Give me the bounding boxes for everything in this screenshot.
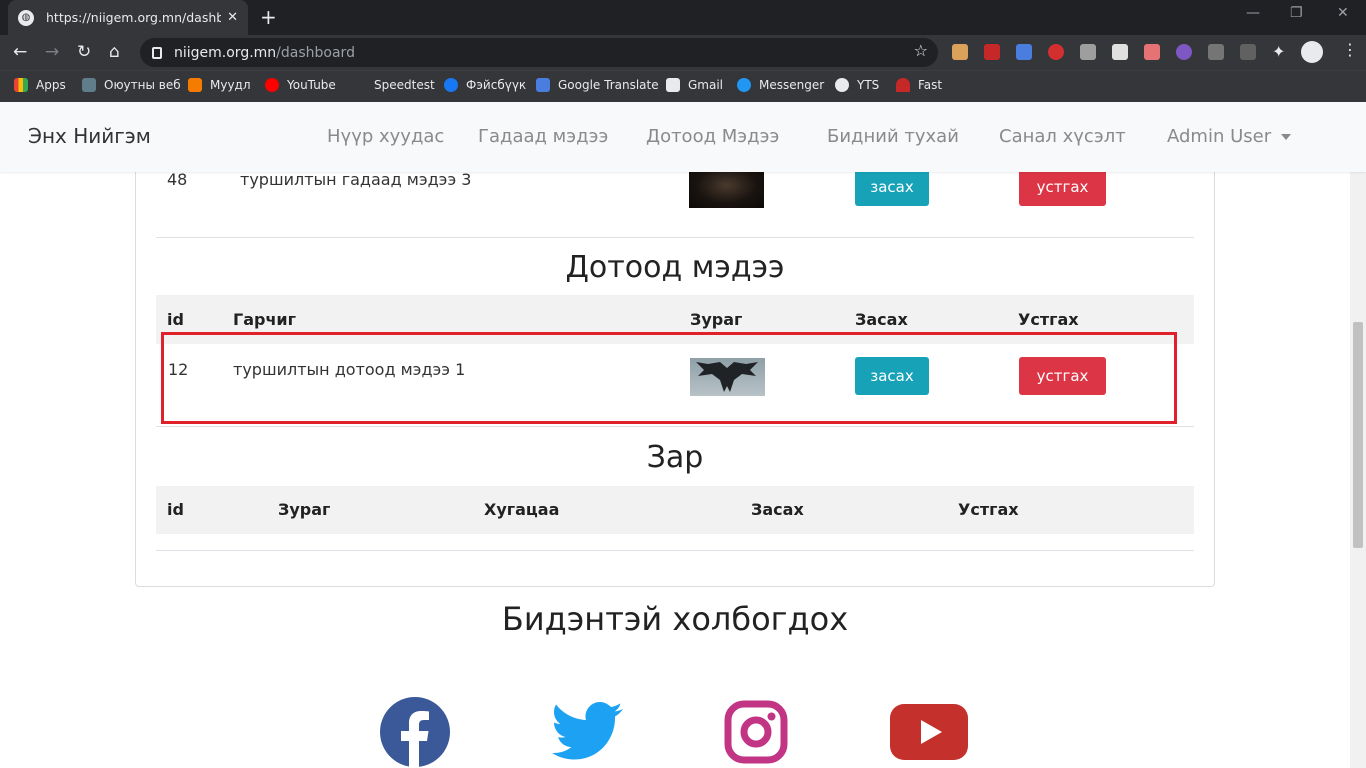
divider [156, 237, 1194, 238]
ads-header-delete: Устгах [958, 500, 1019, 519]
highlight-box [161, 332, 1177, 424]
contact-title: Бидэнтэй холбогдох [501, 600, 849, 638]
bookmark-youtube[interactable]: YouTube [265, 78, 336, 92]
facebook-icon[interactable] [380, 697, 450, 768]
youtube-icon[interactable] [890, 704, 968, 760]
new-tab-button[interactable]: + [260, 5, 277, 29]
ads-header-edit: Засах [751, 500, 804, 519]
bookmark-apps[interactable]: Apps [14, 78, 66, 92]
foreign-row-thumbnail [689, 170, 764, 208]
extension-icon[interactable] [1208, 44, 1224, 60]
domestic-header-image: Зураг [690, 310, 743, 329]
bookmark-item[interactable]: YTS [835, 78, 879, 92]
browser-toolbar: ← → ↻ ⌂ niigem.org.mn/dashboard ☆ [0, 35, 1366, 70]
globe-icon: ◍ [18, 9, 34, 26]
site-navbar: Энх Нийгэм Нүүр хуудас Гадаад мэдээ Дото… [0, 102, 1366, 172]
bookmark-item[interactable]: Муудл [188, 78, 251, 92]
lock-icon [152, 46, 162, 59]
twitter-icon[interactable] [552, 702, 624, 762]
chevron-down-icon [1281, 134, 1292, 140]
ads-header-duration: Хугацаа [484, 500, 560, 519]
nav-about[interactable]: Бидний тухай [827, 126, 959, 147]
adblock-icon[interactable] [1048, 44, 1064, 60]
bookmark-messenger[interactable]: Messenger [737, 78, 824, 92]
ads-section-title: Зар [646, 440, 704, 475]
reload-icon[interactable]: ↻ [77, 41, 91, 63]
foreign-delete-button[interactable]: устгах [1019, 168, 1106, 206]
avatar[interactable] [1301, 41, 1323, 63]
ads-header-id: id [167, 500, 184, 519]
instagram-icon[interactable] [724, 700, 788, 764]
home-icon[interactable]: ⌂ [109, 41, 120, 63]
tab-title: https://niigem.org.mn/dashboard [46, 10, 222, 25]
close-icon[interactable]: ✕ [227, 10, 238, 25]
bookmark-item[interactable]: Оюутны веб [82, 78, 181, 92]
bookmark-item[interactable]: Speedtest [352, 78, 435, 92]
translate-extension-icon[interactable] [1016, 44, 1032, 60]
menu-icon[interactable]: ⋮ [1342, 40, 1358, 59]
domestic-header-delete: Устгах [1018, 310, 1079, 329]
extension-icon[interactable] [1080, 44, 1096, 60]
page-scrollbar[interactable] [1350, 172, 1366, 768]
puzzle-icon[interactable]: ✦ [1272, 42, 1285, 61]
extension-icon[interactable] [1144, 44, 1160, 60]
domestic-header-id: id [167, 310, 184, 329]
window-close-icon[interactable]: ✕ [1337, 5, 1349, 21]
bookmarks-bar: Apps Оюутны веб Муудл YouTube Speedtest … [0, 70, 1366, 102]
foreign-row-title: туршилтын гадаад мэдээ 3 [240, 170, 472, 189]
back-icon[interactable]: ← [13, 41, 27, 63]
ads-header-image: Зураг [278, 500, 331, 519]
divider [156, 550, 1194, 551]
extension-icon[interactable] [1176, 44, 1192, 60]
divider [156, 426, 1194, 427]
domestic-section-title: Дотоод мэдээ [565, 250, 785, 285]
nav-foreign-news[interactable]: Гадаад мэдээ [478, 126, 608, 147]
bookmark-item[interactable]: Fast [896, 78, 942, 92]
address-bar[interactable]: niigem.org.mn/dashboard ☆ [140, 38, 938, 67]
scrollbar-thumb[interactable] [1353, 322, 1363, 548]
browser-tab[interactable]: ◍ https://niigem.org.mn/dashboard ✕ [8, 0, 248, 35]
minimize-icon[interactable]: — [1246, 5, 1260, 21]
pdf-extension-icon[interactable] [984, 44, 1000, 60]
domestic-header-edit: Засах [855, 310, 908, 329]
extension-icon[interactable] [1240, 44, 1256, 60]
browser-tabstrip: ◍ https://niigem.org.mn/dashboard ✕ + — … [0, 0, 1366, 35]
site-brand[interactable]: Энх Нийгэм [28, 124, 151, 148]
foreign-edit-button[interactable]: засах [855, 168, 929, 206]
bookmark-gmail[interactable]: Gmail [666, 78, 723, 92]
nav-admin-dropdown[interactable]: Admin User [1167, 126, 1292, 147]
bookmark-facebook[interactable]: Фэйсбүүк [444, 78, 526, 92]
extension-icon[interactable] [1112, 44, 1128, 60]
bookmark-star-icon[interactable]: ☆ [914, 41, 928, 60]
nav-domestic-news[interactable]: Дотоод Мэдээ [646, 126, 779, 147]
url-text: niigem.org.mn/dashboard [174, 44, 355, 61]
nav-feedback[interactable]: Санал хүсэлт [999, 126, 1126, 147]
domestic-header-title: Гарчиг [233, 310, 296, 329]
extension-icon[interactable] [952, 44, 968, 60]
restore-icon[interactable]: ❐ [1290, 5, 1303, 21]
forward-icon[interactable]: → [45, 41, 59, 63]
nav-home[interactable]: Нүүр хуудас [327, 126, 444, 147]
bookmark-translate[interactable]: Google Translate [536, 78, 659, 92]
foreign-row-id: 48 [167, 170, 188, 189]
